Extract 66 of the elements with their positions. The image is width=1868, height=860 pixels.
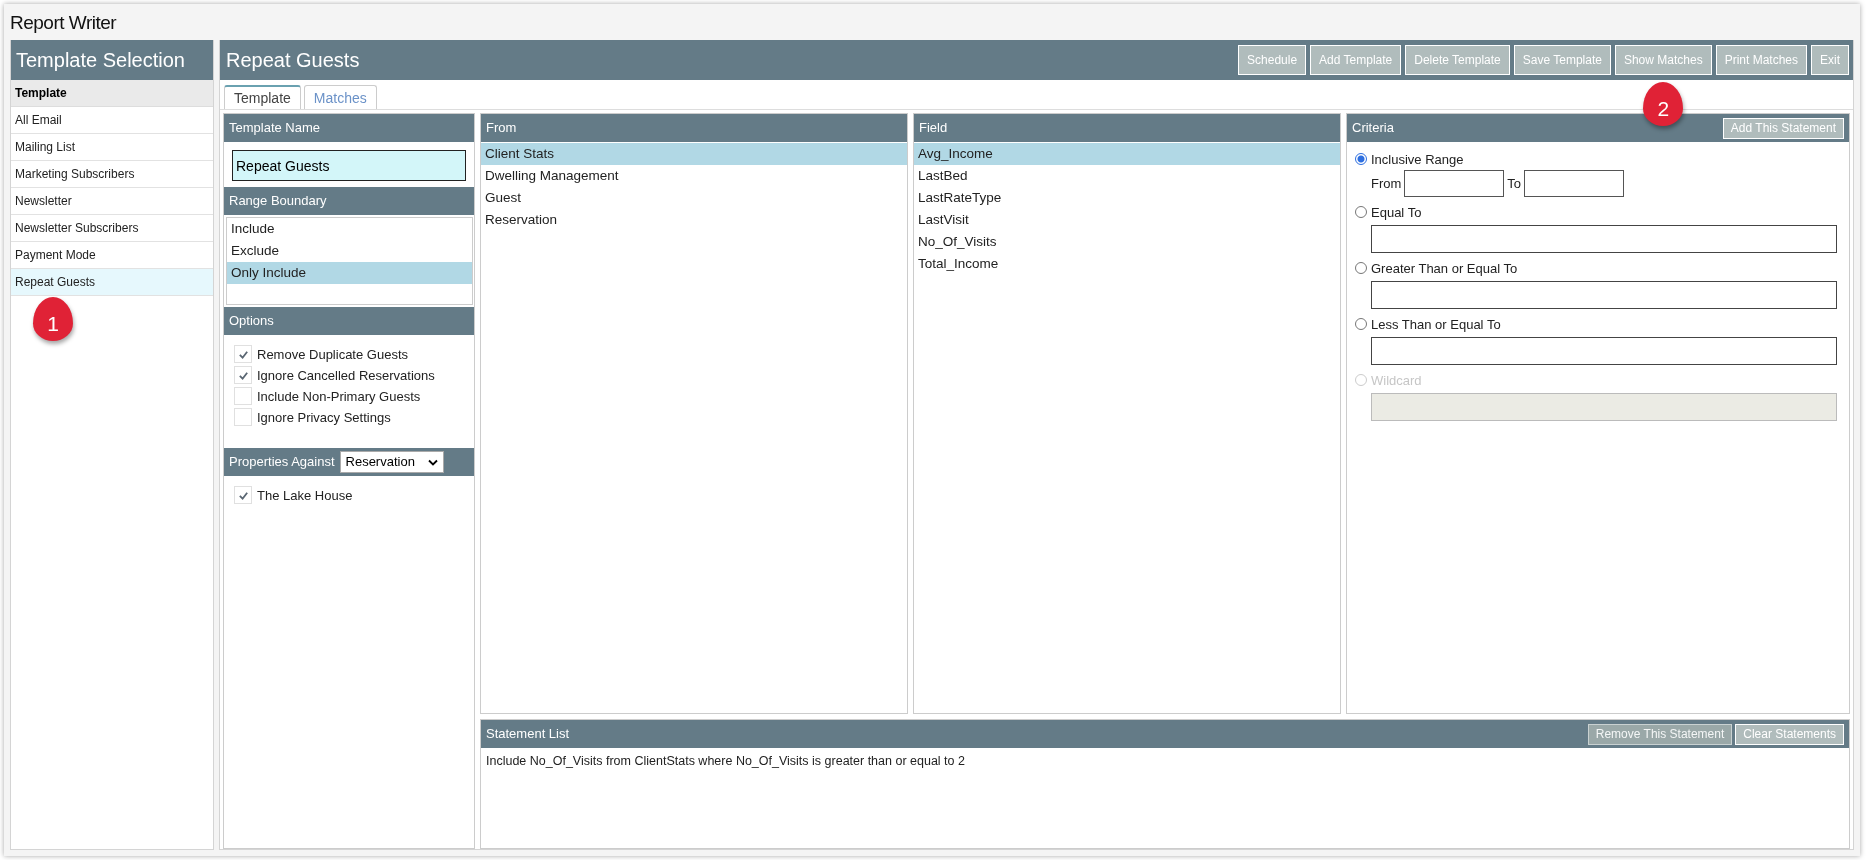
input-field[interactable] (1371, 225, 1837, 253)
panel-header: Template Name (224, 114, 474, 142)
list-item[interactable]: LastRateType (914, 187, 1340, 209)
checkbox[interactable] (234, 387, 252, 405)
panel-header-label: Properties Against (229, 453, 335, 471)
sidebar-item[interactable]: Marketing Subscribers (11, 161, 213, 188)
chevron-down-icon (427, 458, 438, 466)
window-title: Report Writer (9, 11, 118, 35)
sidebar-item[interactable]: All Email (11, 107, 213, 134)
list-header: Template (11, 80, 213, 107)
checkbox-label: Ignore Privacy Settings (257, 409, 391, 425)
list-item[interactable]: Dwelling Management (481, 165, 907, 187)
panel-header: Options (224, 307, 474, 335)
checkbox-label: Ignore Cancelled Reservations (257, 367, 435, 383)
dropdown[interactable]: Reservation (339, 451, 444, 473)
checkbox[interactable] (234, 366, 252, 384)
list-item[interactable]: Guest (481, 187, 907, 209)
list-item[interactable]: LastBed (914, 165, 1340, 187)
list-item[interactable]: LastVisit (914, 209, 1340, 231)
list-item[interactable]: Total_Income (914, 253, 1340, 275)
checkbox-label: Include Non-Primary Guests (257, 388, 421, 404)
page-title: Repeat Guests (226, 48, 360, 72)
radio-label: Greater Than or Equal To (1371, 260, 1518, 276)
check-icon (237, 369, 249, 381)
radio-label: Inclusive Range (1371, 151, 1464, 167)
sidebar-item[interactable]: Mailing List (11, 134, 213, 161)
checkbox[interactable] (234, 486, 252, 504)
radio-button[interactable] (1355, 262, 1367, 274)
radio-label: Wildcard (1371, 372, 1422, 388)
callout-marker: 1 (33, 297, 73, 341)
radio-label: Equal To (1371, 204, 1422, 220)
list-item[interactable]: Exclude (227, 240, 472, 262)
input-field[interactable] (1404, 170, 1505, 197)
statement-text[interactable]: Include No_Of_Visits from ClientStats where No_Of_Visits is greater than or equal to 2 (486, 754, 1844, 768)
input-field[interactable] (1371, 281, 1837, 309)
checkbox[interactable] (234, 345, 252, 363)
radio-button[interactable] (1355, 206, 1367, 218)
field-label: From (1371, 176, 1402, 191)
callout-marker: 2 (1643, 82, 1684, 126)
list-item[interactable]: Include (227, 218, 472, 240)
check-icon (237, 348, 249, 360)
list-item[interactable]: Only Include (227, 262, 472, 284)
input-field[interactable] (1524, 170, 1625, 197)
checkbox-label: Remove Duplicate Guests (257, 346, 408, 362)
field-label: To (1507, 176, 1522, 191)
panel-header-label: Criteria (1352, 119, 1394, 137)
sidebar-item[interactable]: Newsletter Subscribers (11, 215, 213, 242)
panel-header-label: Statement List (486, 725, 570, 743)
list-item[interactable]: Avg_Income (914, 143, 1340, 165)
panel-header: Range Boundary (224, 187, 474, 215)
panel-header: Field (914, 114, 1340, 142)
list-item[interactable]: Reservation (481, 209, 907, 231)
sidebar-title: Template Selection (11, 40, 213, 80)
checkbox-label: The Lake House (257, 487, 353, 503)
checkbox[interactable] (234, 408, 252, 426)
list-item[interactable]: Client Stats (481, 143, 907, 165)
panel-header: From (481, 114, 907, 142)
radio-label: Less Than or Equal To (1371, 316, 1501, 332)
sidebar-item[interactable]: Newsletter (11, 188, 213, 215)
list-item[interactable]: No_Of_Visits (914, 231, 1340, 253)
input-field[interactable] (1371, 337, 1837, 365)
radio-button[interactable] (1355, 318, 1367, 330)
radio-button[interactable] (1355, 153, 1367, 165)
template-name-field[interactable]: Repeat Guests (232, 150, 466, 181)
tab[interactable]: Template (224, 85, 301, 109)
check-icon (237, 489, 249, 501)
